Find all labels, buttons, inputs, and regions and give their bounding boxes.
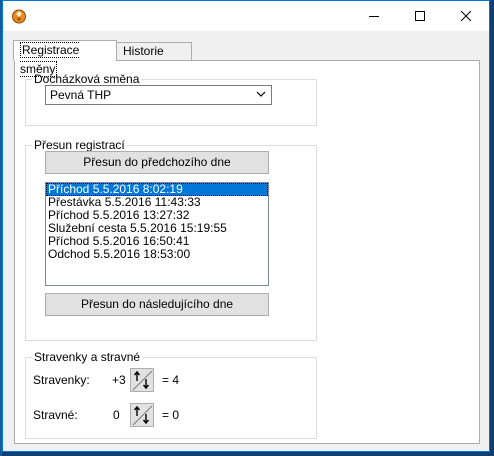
meal-group: Stravenky a stravné Stravenky: +3 = 4 St… [25, 351, 317, 439]
allowance-label: Stravné: [33, 408, 78, 422]
vouchers-delta: +3 [112, 373, 126, 387]
close-icon [461, 11, 471, 21]
registrations-list[interactable]: Příchod 5.5.2016 8:02:19 Přestávka 5.5.20… [45, 182, 269, 286]
vouchers-total: = 4 [162, 373, 180, 387]
maximize-icon [415, 11, 425, 21]
tab-historie-zmen[interactable]: Historie změn [116, 42, 192, 75]
list-item[interactable]: Odchod 5.5.2016 18:53:00 [46, 248, 268, 261]
close-button[interactable] [443, 1, 489, 31]
minimize-button[interactable] [351, 1, 397, 31]
title-bar[interactable] [3, 1, 489, 31]
move-group: Přesun registrací Přesun do předchozího … [25, 139, 317, 341]
shift-select-value: Pevná THP [50, 88, 112, 102]
tab-page: Docházková směna Pevná THP Přesun regist… [14, 60, 480, 444]
move-to-next-day-button[interactable]: Přesun do následujícího dne [45, 293, 269, 316]
move-group-legend: Přesun registrací [34, 138, 125, 152]
up-down-arrows-icon [132, 370, 153, 391]
maximize-button[interactable] [397, 1, 443, 31]
allowance-spin-button[interactable] [130, 403, 154, 427]
vouchers-spin-button[interactable] [130, 368, 154, 392]
allowance-delta: 0 [113, 408, 120, 422]
meal-group-legend: Stravenky a stravné [34, 350, 141, 364]
window-content: Registrace směny Historie změn Docházkov… [3, 31, 489, 451]
app-window: Registrace směny Historie změn Docházkov… [2, 0, 490, 452]
allowance-total: = 0 [162, 408, 180, 422]
minimize-icon [369, 16, 379, 17]
app-icon[interactable] [11, 8, 27, 24]
tab-registrace-smeny[interactable]: Registrace směny [13, 40, 117, 77]
shift-group: Docházková směna Pevná THP [25, 73, 317, 126]
move-to-previous-day-button[interactable]: Přesun do předchozího dne [45, 151, 269, 174]
chevron-down-icon [256, 91, 266, 97]
vouchers-label: Stravenky: [33, 373, 90, 387]
up-down-arrows-icon [132, 405, 153, 426]
shift-select[interactable]: Pevná THP [45, 85, 272, 105]
